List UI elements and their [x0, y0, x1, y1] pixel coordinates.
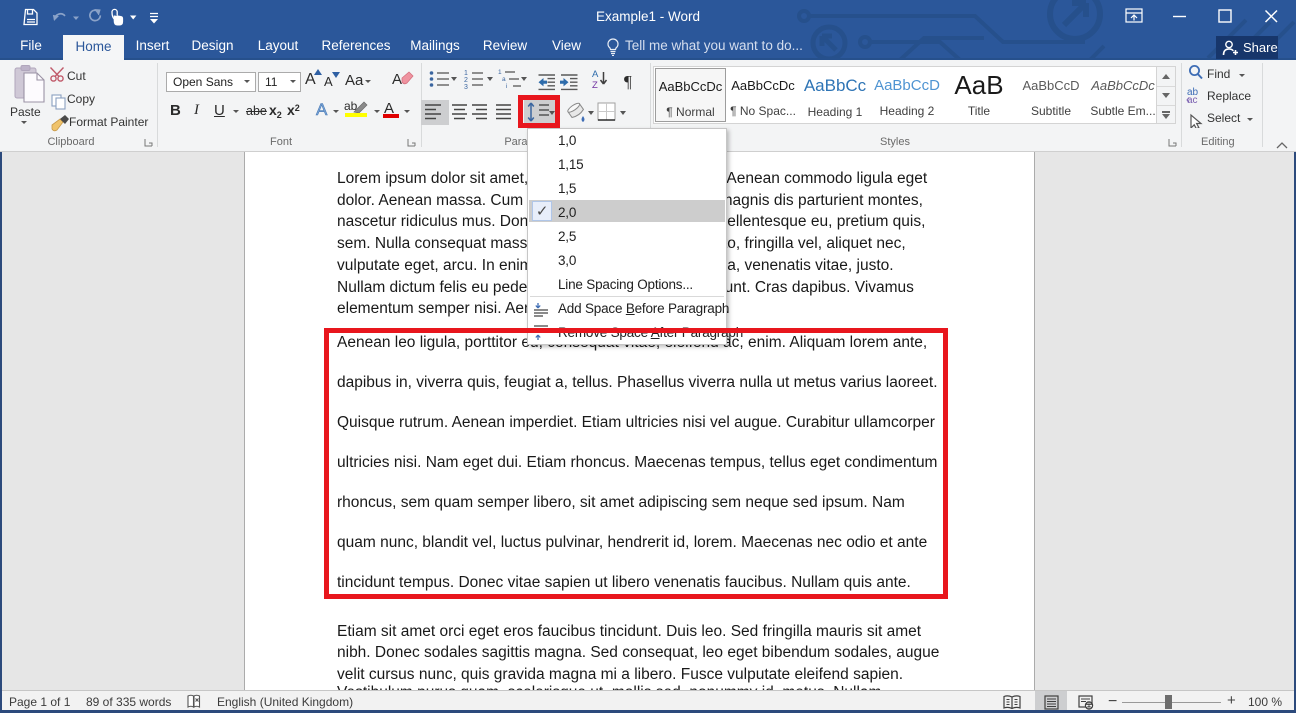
svg-text:1: 1 [498, 69, 502, 76]
svg-text:a: a [502, 76, 506, 83]
svg-text:A: A [392, 71, 402, 88]
svg-text:1: 1 [464, 70, 468, 77]
svg-text:ac: ac [1187, 95, 1198, 106]
svg-text:Z: Z [592, 80, 598, 91]
svg-text:¶: ¶ [624, 72, 632, 91]
svg-text:3: 3 [464, 84, 468, 91]
svg-text:A: A [592, 69, 599, 80]
svg-text:2: 2 [464, 77, 468, 84]
svg-text:i: i [506, 83, 507, 90]
